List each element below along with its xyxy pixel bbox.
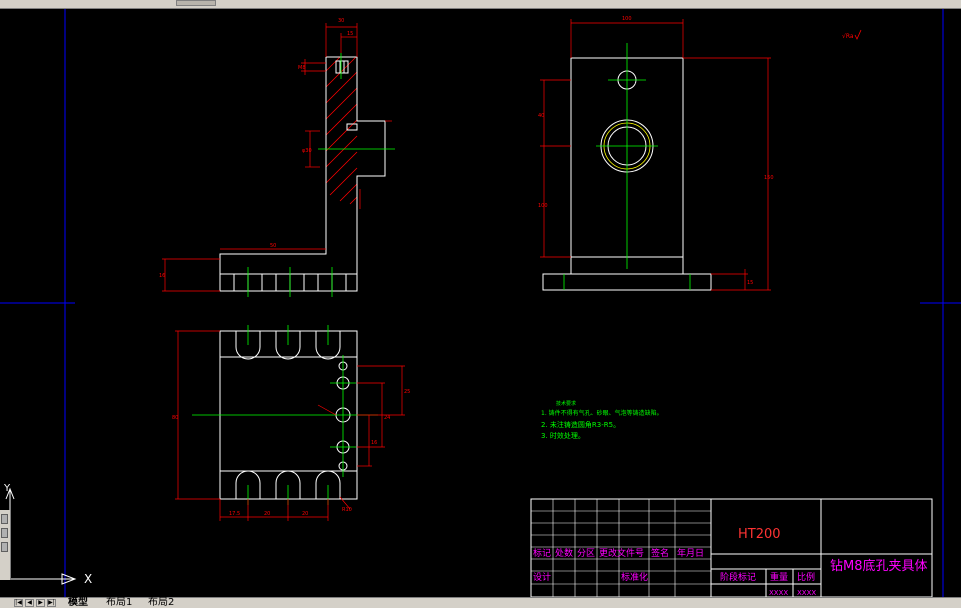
next-tab-icon[interactable]: ▶	[36, 599, 45, 607]
svg-text:2. 未注铸造圆角R3-R5。: 2. 未注铸造圆角R3-R5。	[541, 420, 620, 429]
svg-text:150: 150	[764, 175, 774, 181]
top-view: 80 17.5 20 20 25 24 16 R10	[172, 325, 410, 521]
svg-text:30: 30	[338, 18, 344, 24]
technical-requirements: 技术要求 1. 铸件不得有气孔、砂眼、气泡等铸造缺陷。 2. 未注铸造圆角R3-…	[541, 400, 663, 440]
svg-text:24: 24	[384, 415, 390, 421]
roughness-symbol: √Ra	[842, 29, 862, 40]
viewport-lines	[0, 9, 961, 597]
svg-text:R10: R10	[342, 507, 352, 513]
prev-tab-icon[interactable]: ◀	[25, 599, 34, 607]
toolbar-strip	[0, 0, 961, 9]
svg-text:M8: M8	[298, 65, 306, 71]
side-palette[interactable]	[0, 510, 11, 580]
svg-text:17.5: 17.5	[229, 511, 240, 517]
svg-text:3. 时效处理。: 3. 时效处理。	[541, 431, 585, 440]
svg-text:阶段标记: 阶段标记	[720, 571, 756, 583]
svg-text:100: 100	[622, 16, 632, 22]
svg-text:签名: 签名	[651, 547, 669, 559]
palette-key[interactable]	[1, 542, 8, 552]
svg-text:标准化: 标准化	[621, 571, 648, 583]
svg-text:分区: 分区	[577, 548, 595, 559]
ucs-x-label: X	[84, 572, 92, 586]
front-view: 100 40 100 150 15	[538, 16, 774, 291]
svg-text:20: 20	[264, 511, 270, 517]
title-block: 标记 处数 分区 更改文件号 签名 年月日 设计 标准化 阶段标记 重量 比例 …	[530, 498, 933, 597]
svg-text:√Ra: √Ra	[842, 33, 854, 40]
palette-key[interactable]	[1, 528, 8, 538]
ucs-y-label: Y	[3, 483, 11, 494]
material-label: HT200	[738, 527, 781, 542]
svg-text:15: 15	[747, 280, 753, 286]
svg-text:处数: 处数	[555, 547, 573, 559]
svg-text:1. 铸件不得有气孔、砂眼、气泡等铸造缺陷。: 1. 铸件不得有气孔、砂眼、气泡等铸造缺陷。	[541, 409, 663, 417]
svg-text:设计: 设计	[533, 571, 551, 583]
svg-text:80: 80	[172, 415, 178, 421]
svg-text:XXXX: XXXX	[769, 589, 788, 597]
svg-text:100: 100	[538, 203, 548, 209]
first-tab-icon[interactable]: |◀	[14, 599, 23, 607]
drawing-title: 钻M8底孔夹具体	[830, 558, 928, 574]
side-section-view: 30 15 M8 φ30 16 50	[159, 18, 395, 297]
svg-text:40: 40	[538, 113, 544, 119]
svg-text:15: 15	[347, 31, 353, 37]
svg-text:重量: 重量	[770, 571, 788, 583]
toolbar-grip[interactable]	[176, 0, 216, 6]
svg-text:比例: 比例	[797, 571, 815, 583]
svg-text:年月日: 年月日	[677, 547, 704, 559]
svg-text:25: 25	[404, 389, 410, 395]
last-tab-icon[interactable]: ▶|	[47, 599, 56, 607]
palette-key[interactable]	[1, 514, 8, 524]
drawing-canvas[interactable]: 30 15 M8 φ30 16 50 100 40 100 150 15 80 …	[0, 9, 961, 597]
svg-text:更改文件号: 更改文件号	[599, 547, 644, 559]
svg-text:16: 16	[159, 273, 165, 279]
svg-text:16: 16	[371, 440, 377, 446]
svg-text:XXXX: XXXX	[797, 589, 816, 597]
svg-text:50: 50	[270, 243, 276, 249]
svg-text:技术要求: 技术要求	[556, 400, 576, 407]
svg-text:标记: 标记	[533, 547, 551, 559]
svg-text:20: 20	[302, 511, 308, 517]
svg-text:φ30: φ30	[302, 148, 312, 154]
layout-tab-bar: |◀ ◀ ▶ ▶| 模型 布局1 布局2	[0, 597, 961, 608]
